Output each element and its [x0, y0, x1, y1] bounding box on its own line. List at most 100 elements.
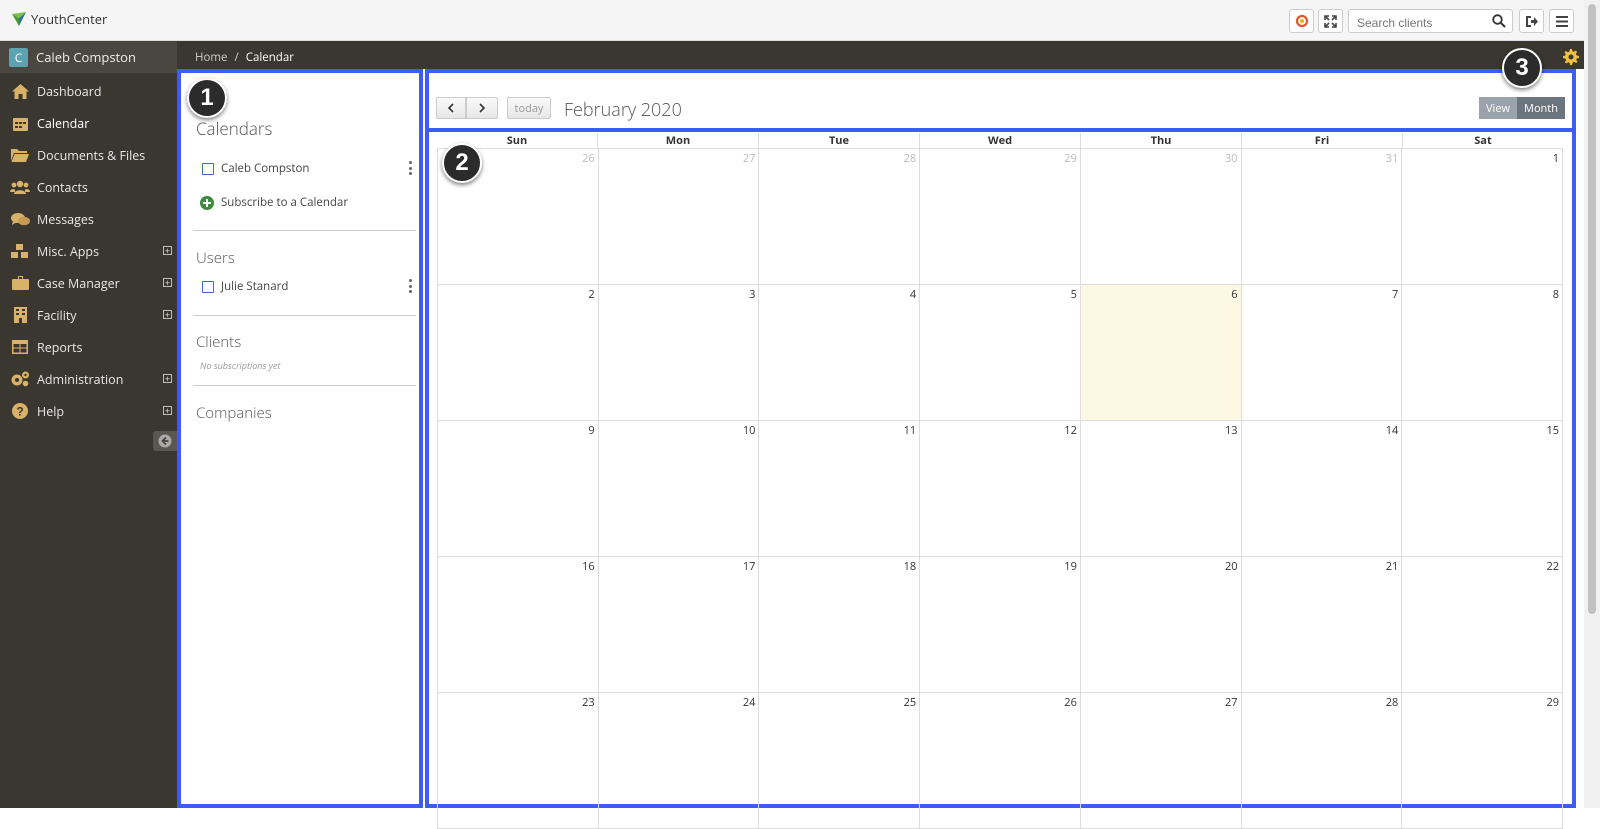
day-cell[interactable]: 18	[759, 557, 921, 692]
day-number[interactable]: 27	[1225, 695, 1238, 710]
refresh-button[interactable]	[1289, 9, 1314, 33]
day-number[interactable]: 10	[743, 423, 756, 438]
day-cell[interactable]: 20	[1081, 557, 1242, 692]
expand-icon[interactable]: +	[163, 406, 172, 415]
day-number[interactable]: 28	[904, 151, 917, 166]
day-number[interactable]: 8	[1553, 287, 1559, 302]
day-cell[interactable]: 29	[920, 149, 1081, 284]
day-cell[interactable]: 2	[437, 285, 599, 420]
day-cell[interactable]: 17	[599, 557, 760, 692]
day-number[interactable]: 5	[1071, 287, 1077, 302]
day-cell[interactable]: 5	[920, 285, 1081, 420]
day-cell[interactable]: 16	[437, 557, 599, 692]
day-number[interactable]: 7	[1392, 287, 1398, 302]
day-cell[interactable]: 7	[1242, 285, 1403, 420]
nav-item-misc-apps[interactable]: Misc. Apps +	[0, 235, 177, 267]
user-calendar-options-icon[interactable]	[408, 279, 412, 293]
user-calendar-checkbox[interactable]	[202, 280, 214, 293]
day-cell[interactable]: 3	[599, 285, 760, 420]
day-number[interactable]: 26	[1064, 695, 1077, 710]
search-box[interactable]	[1348, 9, 1513, 34]
nav-item-administration[interactable]: Administration +	[0, 363, 177, 395]
day-cell[interactable]: 11	[759, 421, 921, 556]
nav-item-help[interactable]: ? Help +	[0, 395, 177, 427]
day-cell[interactable]: 22	[1402, 557, 1564, 692]
day-number[interactable]: 25	[904, 695, 917, 710]
day-cell[interactable]: 21	[1242, 557, 1403, 692]
day-cell-today[interactable]: 6	[1080, 285, 1242, 420]
nav-item-dashboard[interactable]: Dashboard	[0, 75, 177, 107]
day-cell[interactable]: 14	[1242, 421, 1403, 556]
logout-button[interactable]	[1519, 9, 1544, 33]
month-view-button[interactable]: Month	[1517, 97, 1565, 119]
day-cell[interactable]: 9	[437, 421, 599, 556]
day-number[interactable]: 16	[582, 559, 595, 574]
day-number[interactable]: 17	[743, 559, 756, 574]
day-number[interactable]: 3	[749, 287, 755, 302]
expand-icon[interactable]: +	[163, 246, 172, 255]
today-button[interactable]: today	[507, 97, 551, 119]
collapse-sidebar-button[interactable]	[153, 431, 177, 451]
expand-icon[interactable]: +	[163, 310, 172, 319]
nav-item-reports[interactable]: Reports	[0, 331, 177, 363]
day-number[interactable]: 13	[1225, 423, 1238, 438]
calendar-checkbox[interactable]	[202, 162, 214, 175]
brand[interactable]: YouthCenter	[12, 10, 107, 28]
day-cell[interactable]: 1	[1402, 149, 1564, 284]
menu-button[interactable]	[1549, 9, 1574, 33]
day-number[interactable]: 6	[1231, 287, 1237, 302]
view-switcher[interactable]: View Month	[1479, 97, 1565, 119]
calendar-item[interactable]: Caleb Compston	[202, 161, 309, 176]
day-number[interactable]: 31	[1386, 151, 1399, 166]
subscribe-calendar-link[interactable]: Subscribe to a Calendar	[200, 195, 348, 210]
day-number[interactable]: 1	[1553, 151, 1559, 166]
day-cell[interactable]: 19	[920, 557, 1081, 692]
day-number[interactable]: 29	[1546, 695, 1559, 710]
day-number[interactable]: 23	[582, 695, 595, 710]
nav-item-documents[interactable]: Documents & Files	[0, 139, 177, 171]
search-input[interactable]	[1349, 12, 1484, 34]
nav-item-messages[interactable]: Messages	[0, 203, 177, 235]
day-number[interactable]: 19	[1064, 559, 1077, 574]
day-number[interactable]: 15	[1546, 423, 1559, 438]
fullscreen-button[interactable]	[1318, 9, 1343, 33]
scrollbar-thumb[interactable]	[1588, 4, 1596, 614]
day-number[interactable]: 26	[582, 151, 595, 166]
day-number[interactable]: 24	[743, 695, 756, 710]
day-cell[interactable]: 30	[1081, 149, 1242, 284]
next-month-button[interactable]	[466, 97, 498, 119]
settings-gear-icon[interactable]	[1563, 49, 1579, 65]
day-number[interactable]: 4	[910, 287, 916, 302]
day-number[interactable]: 20	[1225, 559, 1238, 574]
day-cell[interactable]: 10	[599, 421, 760, 556]
day-number[interactable]: 14	[1386, 423, 1399, 438]
day-number[interactable]: 28	[1386, 695, 1399, 710]
day-number[interactable]: 18	[904, 559, 917, 574]
expand-icon[interactable]: +	[163, 374, 172, 383]
breadcrumb-home[interactable]: Home	[195, 50, 228, 65]
nav-item-case-manager[interactable]: Case Manager +	[0, 267, 177, 299]
day-number[interactable]: 9	[588, 423, 594, 438]
prev-month-button[interactable]	[436, 97, 466, 119]
nav-item-facility[interactable]: Facility +	[0, 299, 177, 331]
nav-item-calendar[interactable]: Calendar	[0, 107, 177, 139]
expand-icon[interactable]: +	[163, 278, 172, 287]
search-icon[interactable]	[1492, 14, 1506, 28]
day-cell[interactable]: 13	[1081, 421, 1242, 556]
day-number[interactable]: 2	[588, 287, 594, 302]
day-number[interactable]: 12	[1064, 423, 1077, 438]
day-number[interactable]: 22	[1546, 559, 1559, 574]
user-calendar-item[interactable]: Julie Stanard	[202, 279, 288, 294]
day-number[interactable]: 27	[743, 151, 756, 166]
nav-item-contacts[interactable]: Contacts	[0, 171, 177, 203]
day-cell[interactable]: 28	[759, 149, 921, 284]
day-cell[interactable]: 27	[599, 149, 760, 284]
day-cell[interactable]: 15	[1402, 421, 1564, 556]
user-profile[interactable]: C Caleb Compston	[0, 41, 177, 73]
day-number[interactable]: 11	[904, 423, 917, 438]
day-number[interactable]: 21	[1386, 559, 1399, 574]
day-cell[interactable]: 4	[759, 285, 921, 420]
day-cell[interactable]: 12	[920, 421, 1081, 556]
view-label[interactable]: View	[1479, 97, 1518, 119]
day-number[interactable]: 30	[1225, 151, 1238, 166]
